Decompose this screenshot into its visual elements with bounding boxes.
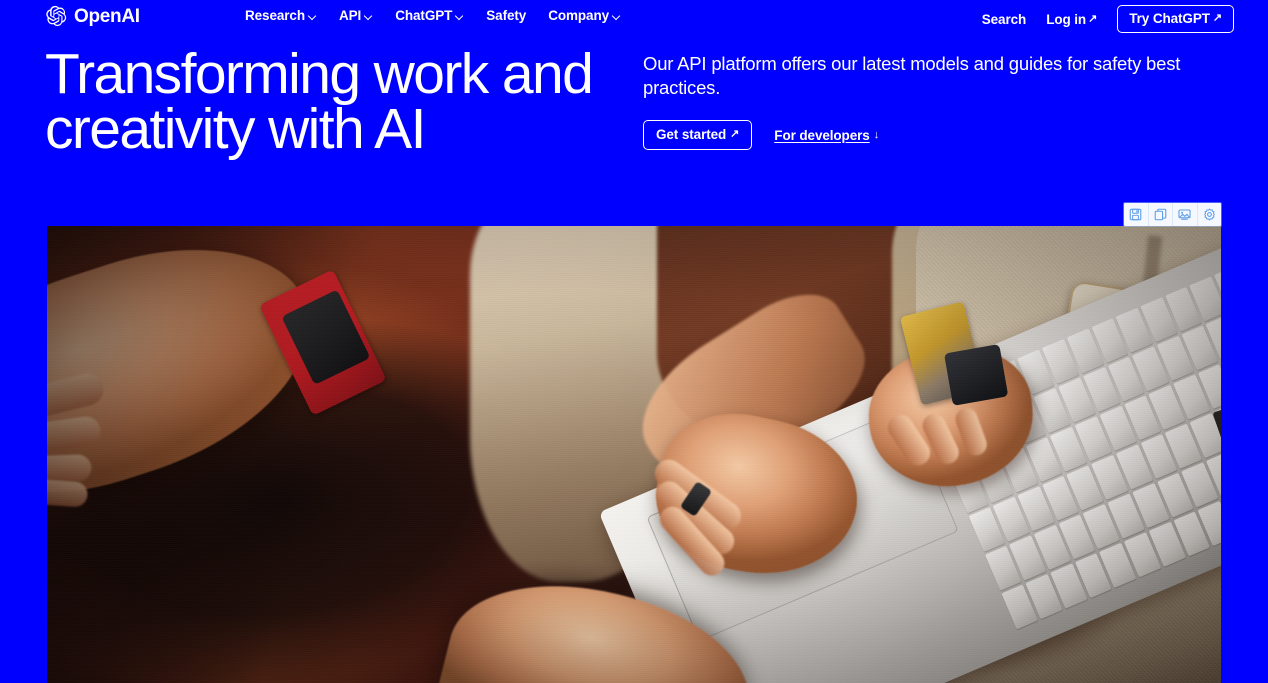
page-title: Transforming work and creativity with AI [45,42,594,161]
hero-actions: Get started ↗ For developers ↓ [643,120,1218,150]
nav-item-label: Company [548,8,610,23]
chevron-down-icon [612,12,621,21]
nav-item-label: ChatGPT [395,8,453,23]
chevron-down-icon [364,12,373,21]
image-icon [1178,208,1191,221]
hero-subtitle: Our API platform offers our latest model… [643,53,1181,98]
brand-name: OpenAI [74,5,140,27]
get-started-label: Get started [656,127,727,142]
try-chatgpt-button[interactable]: Try ChatGPT ↗ [1117,5,1234,33]
save-button[interactable] [1124,203,1149,226]
copy-button[interactable] [1149,203,1173,226]
arrow-down-icon: ↓ [873,128,880,141]
try-chatgpt-label: Try ChatGPT [1129,11,1210,26]
chevron-down-icon [308,12,317,21]
nav-item-research[interactable]: Research [245,8,317,23]
nav-item-label: Safety [486,8,527,23]
login-label: Log in [1046,11,1087,27]
settings-button[interactable] [1198,203,1222,226]
chevron-down-icon [455,12,464,21]
top-navigation-bar: OpenAI Research API ChatGPT Safety Compa… [0,0,1268,34]
page-root: OpenAI Research API ChatGPT Safety Compa… [0,0,1268,683]
hero-right-column: Our API platform offers our latest model… [643,52,1218,150]
for-developers-label: For developers [774,127,870,143]
nav-item-safety[interactable]: Safety [486,8,526,23]
arrow-up-right-icon: ↗ [1088,12,1098,25]
nav-item-company[interactable]: Company [548,8,621,23]
hero-photo-composition [47,226,1221,683]
nav-primary-menu: Research API ChatGPT Safety Company [245,8,621,23]
copy-icon [1154,208,1167,221]
search-link[interactable]: Search [981,11,1027,27]
arrow-up-right-icon: ↗ [730,128,740,140]
brand-logo-link[interactable]: OpenAI [45,5,140,27]
nav-item-label: API [339,8,362,23]
openai-logo-icon [45,5,67,27]
login-link[interactable]: Log in ↗ [1046,12,1097,27]
settings-gear-icon [1203,208,1216,221]
get-started-button[interactable]: Get started ↗ [643,120,753,150]
hero-image [47,226,1221,683]
nav-item-api[interactable]: API [339,8,373,23]
image-button[interactable] [1173,203,1198,226]
search-label: Search [981,11,1027,27]
floating-extension-toolbar [1124,203,1221,226]
nav-item-chatgpt[interactable]: ChatGPT [395,8,464,23]
arrow-up-right-icon: ↗ [1212,12,1222,24]
nav-secondary-menu: Search Log in ↗ Try ChatGPT ↗ [982,5,1234,33]
nav-item-label: Research [245,8,305,23]
save-icon [1129,208,1142,221]
for-developers-link[interactable]: For developers ↓ [774,128,879,143]
